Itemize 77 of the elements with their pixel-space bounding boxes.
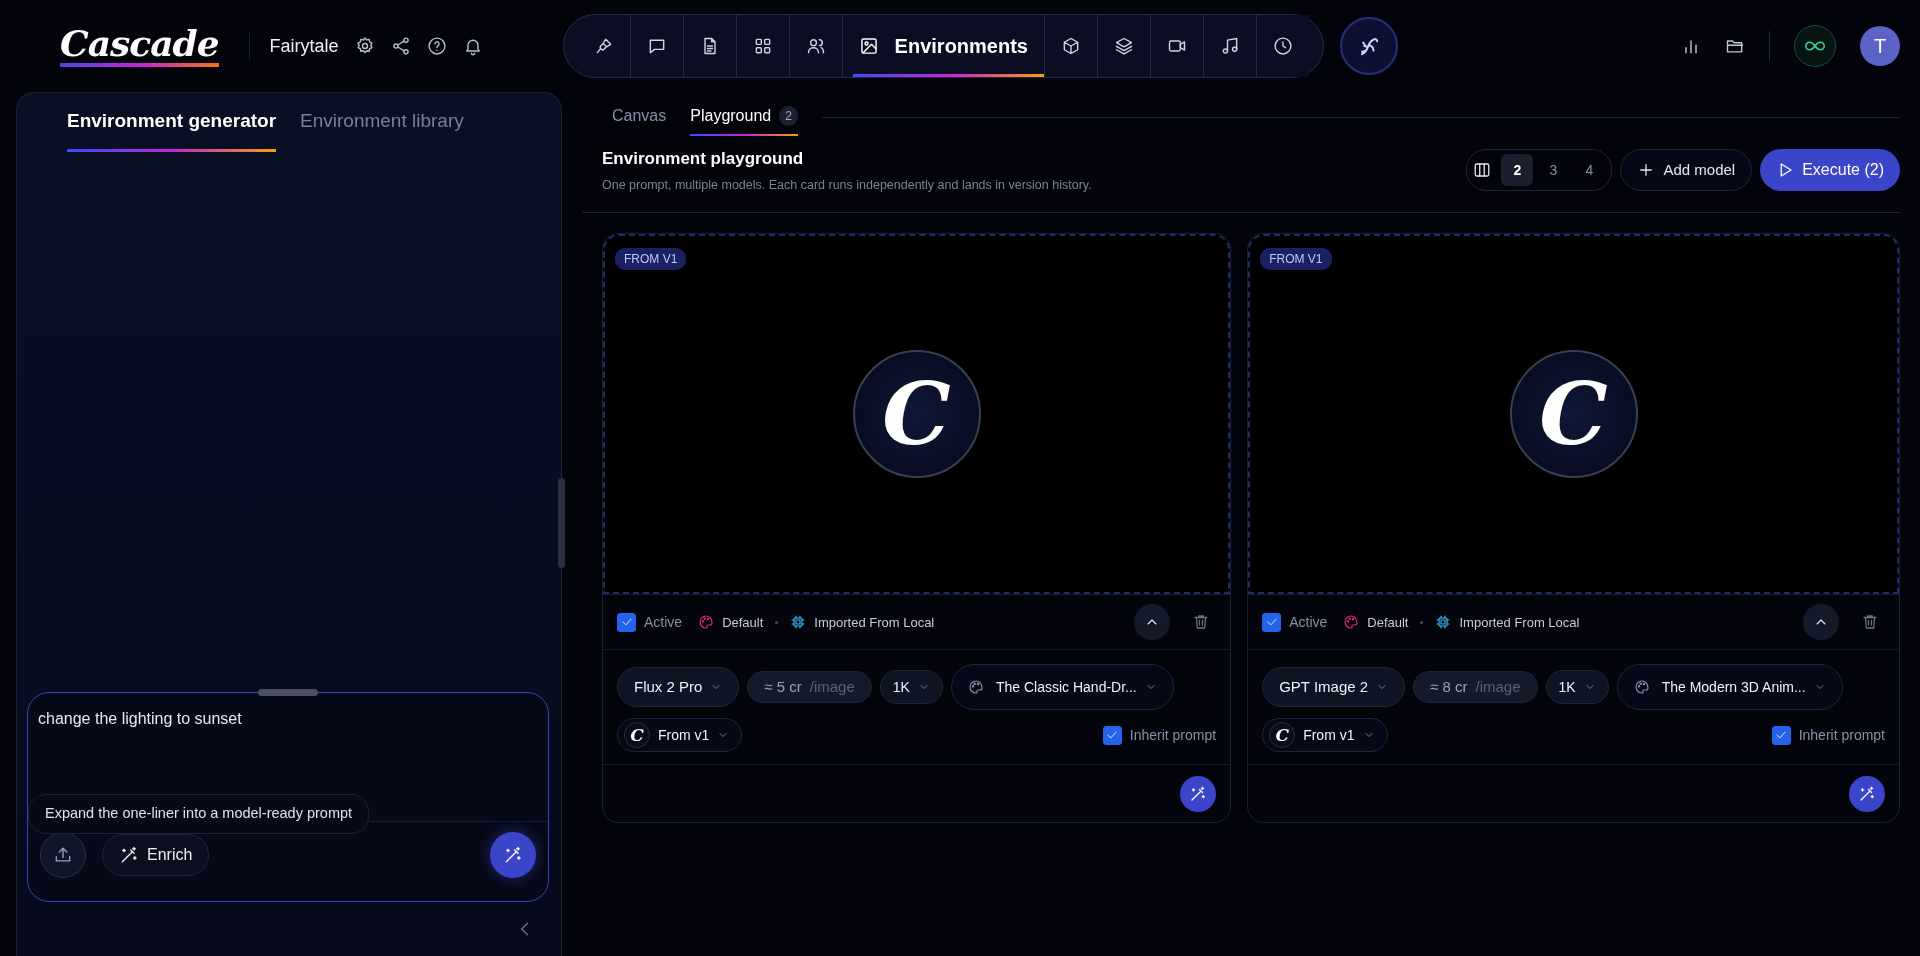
model-dropdown[interactable]: GPT Image 2: [1262, 667, 1406, 708]
clock-icon: [1272, 36, 1293, 56]
base-version-dropdown[interactable]: C From v1: [617, 718, 743, 753]
layers-icon: [1113, 36, 1134, 56]
base-version-dropdown[interactable]: C From v1: [1262, 718, 1388, 753]
panel-tab[interactable]: Environment library: [300, 93, 464, 152]
nav-tab[interactable]: [1255, 15, 1309, 77]
palette-icon: [1343, 614, 1360, 631]
chip-icon: [1435, 614, 1452, 631]
separator-dot: [775, 620, 779, 624]
generate-button[interactable]: [490, 832, 536, 878]
view-tab[interactable]: Canvas: [612, 98, 667, 136]
upload-button[interactable]: [40, 832, 86, 878]
infinity-button[interactable]: [1794, 25, 1836, 67]
magic-wand-icon: [119, 845, 139, 865]
trash-icon: [1192, 613, 1211, 632]
users-icon: [805, 36, 826, 56]
palette-icon: [1633, 679, 1650, 696]
resolution-dropdown[interactable]: 1K: [1545, 670, 1609, 705]
magic-wand-icon: [1189, 784, 1208, 803]
style-preset-dropdown[interactable]: The Classic Hand-Dr...: [950, 664, 1174, 711]
inherit-checkbox[interactable]: [1771, 725, 1791, 745]
execute-button[interactable]: Execute (2): [1760, 149, 1900, 192]
active-checkbox[interactable]: [1262, 612, 1282, 632]
scrollbar[interactable]: [558, 478, 565, 568]
user-avatar[interactable]: T: [1860, 26, 1900, 66]
enhance-button[interactable]: [1180, 775, 1217, 812]
column-option[interactable]: 2: [1501, 154, 1534, 187]
inherit-label: Inherit prompt: [1129, 725, 1217, 745]
preview-logo: C: [852, 350, 981, 479]
version-badge: FROM V1: [615, 248, 687, 271]
style-label: Default: [722, 613, 764, 632]
column-option[interactable]: 3: [1537, 154, 1570, 187]
help-icon[interactable]: [426, 36, 447, 56]
add-model-button[interactable]: Add model: [1620, 149, 1753, 192]
magic-wand-icon: [503, 845, 523, 865]
inherit-checkbox[interactable]: [1102, 725, 1122, 745]
preview-logo: C: [1509, 350, 1638, 479]
upload-icon: [53, 845, 73, 865]
palette-icon: [698, 614, 715, 631]
project-name: Fairytale: [248, 32, 339, 60]
style-label: Default: [1367, 613, 1409, 632]
cost-pill: ≈ 8 cr /image: [1413, 671, 1538, 704]
columns-icon: [1473, 161, 1492, 180]
active-label: Active: [1289, 612, 1328, 632]
enhance-button[interactable]: [1849, 775, 1885, 812]
cost-pill: ≈ 5 cr /image: [747, 671, 872, 704]
active-checkbox[interactable]: [617, 612, 636, 632]
count-badge: 2: [779, 106, 798, 126]
active-label: Active: [644, 612, 683, 632]
tooltip: Expand the one-liner into a model-ready prompt: [28, 794, 370, 834]
magic-wand-icon: [1858, 784, 1876, 803]
share-icon[interactable]: [390, 36, 411, 56]
version-badge: FROM V1: [1260, 248, 1332, 271]
inherit-label: Inherit prompt: [1798, 725, 1885, 745]
playground-subtitle: One prompt, multiple models. Each card runs independently and lands in version history.: [602, 176, 1092, 194]
panel-tab[interactable]: Environment generator: [67, 93, 277, 152]
source-label: Imported From Local: [1459, 613, 1580, 632]
resize-handle[interactable]: [258, 689, 318, 696]
logo[interactable]: Cascade: [60, 25, 219, 67]
trash-icon: [1861, 613, 1879, 632]
playground-title: Environment playground: [602, 148, 805, 170]
nav-tab[interactable]: Environments: [841, 15, 1044, 77]
gecko-button[interactable]: [1339, 17, 1398, 75]
chip-icon: [790, 614, 807, 631]
model-dropdown[interactable]: Flux 2 Pro: [617, 667, 740, 708]
palette-icon: [967, 679, 984, 696]
resolution-dropdown[interactable]: 1K: [879, 670, 943, 705]
image-icon: [858, 36, 879, 56]
view-tab[interactable]: Playground 2: [690, 98, 798, 136]
settings-icon[interactable]: [354, 36, 375, 56]
enrich-button[interactable]: Enrich: [102, 834, 210, 876]
source-label: Imported From Local: [814, 613, 935, 632]
style-preset-dropdown[interactable]: The Modern 3D Anim...: [1616, 664, 1843, 711]
column-option[interactable]: 4: [1573, 154, 1606, 187]
prompt-field[interactable]: change the lighting to sunset Expand the one-liner into a model-ready prompt Enrich: [27, 692, 549, 902]
separator-dot: [1420, 620, 1424, 624]
